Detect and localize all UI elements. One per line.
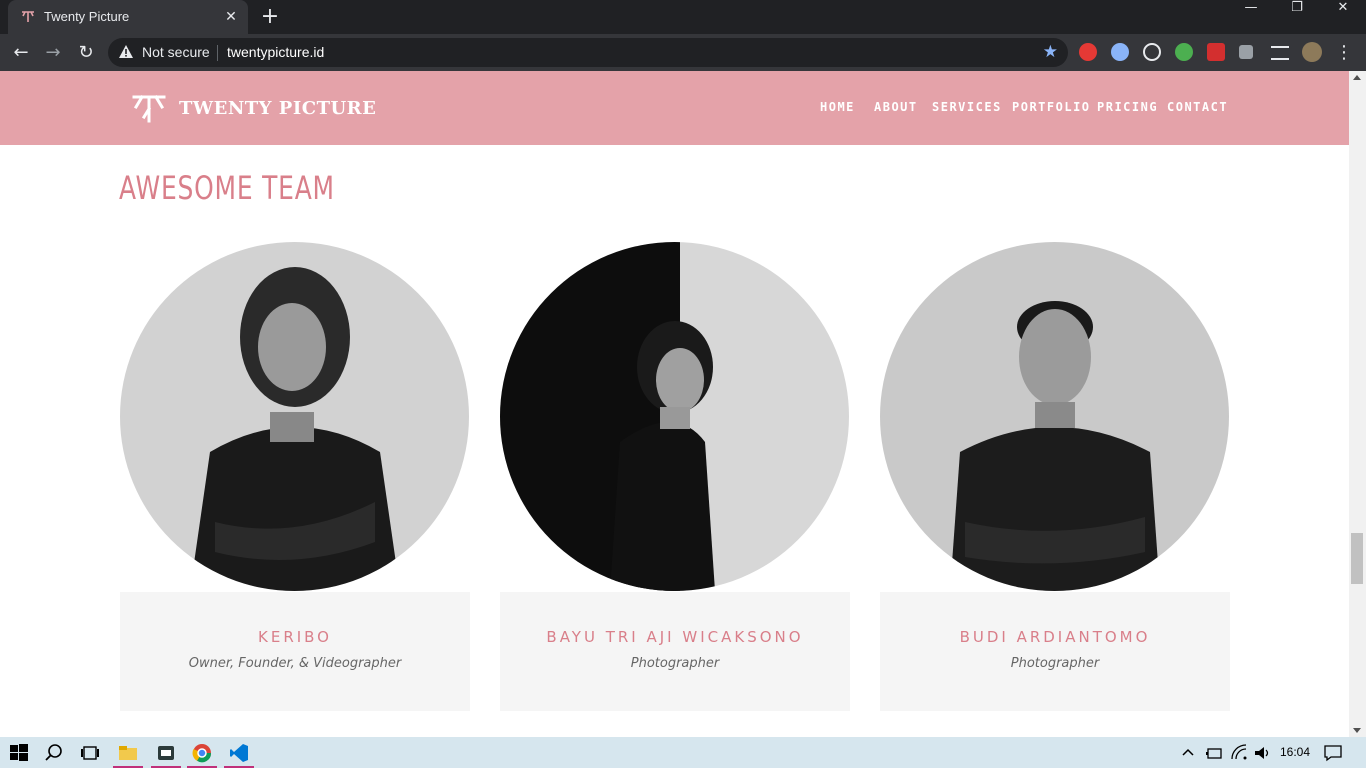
restore-button[interactable]: ❐ — [1274, 0, 1320, 30]
page-scrollbar[interactable] — [1349, 71, 1366, 737]
search-icon[interactable] — [44, 743, 64, 763]
reading-list-icon[interactable] — [1271, 46, 1289, 60]
file-explorer-icon[interactable] — [118, 743, 138, 763]
task-view-icon[interactable] — [80, 743, 100, 763]
page-viewport: TWENTY PICTURE HOME ABOUT SERVICES PORTF… — [0, 71, 1349, 737]
person-photo-icon — [950, 301, 1160, 591]
notification-icon[interactable] — [1323, 743, 1343, 763]
site-favicon-icon — [22, 11, 34, 22]
windows-taskbar: 16:04 — [0, 737, 1366, 768]
extension-adblock-icon[interactable] — [1079, 43, 1097, 61]
nav-pricing[interactable]: PRICING — [1097, 100, 1158, 114]
section-title: AWESOME TEAM — [119, 169, 335, 207]
tab-close-icon[interactable]: ✕ — [222, 8, 240, 26]
forward-icon[interactable]: → — [41, 41, 65, 65]
person-photo-icon — [500, 242, 715, 591]
team-photo — [120, 242, 469, 591]
nav-services[interactable]: SERVICES — [932, 100, 1002, 114]
minimize-button[interactable]: — — [1228, 0, 1274, 30]
tab-title: Twenty Picture — [44, 9, 130, 24]
member-role: Owner, Founder, & Videographer — [188, 656, 402, 671]
vscode-icon[interactable] — [229, 743, 249, 763]
clock-time[interactable]: 16:04 — [1280, 745, 1310, 759]
logo-icon[interactable] — [132, 93, 166, 123]
security-label[interactable]: Not secure — [142, 44, 210, 60]
close-window-button[interactable]: ✕ — [1320, 0, 1366, 30]
nav-about[interactable]: ABOUT — [874, 100, 918, 114]
member-name: BAYU TRI AJI WICAKSONO — [546, 628, 804, 646]
back-icon[interactable]: ← — [9, 41, 33, 65]
wifi-icon[interactable] — [1230, 743, 1250, 763]
address-bar[interactable]: Not secure twentypicture.id ★ — [108, 38, 1068, 67]
member-role: Photographer — [630, 656, 720, 671]
chevron-up-icon[interactable] — [1180, 743, 1196, 763]
member-name: BUDI ARDIANTOMO — [959, 628, 1151, 646]
scroll-down-icon[interactable] — [1353, 728, 1361, 733]
team-photo — [880, 242, 1229, 591]
nav-home[interactable]: HOME — [820, 100, 855, 114]
browser-menu-icon[interactable]: ⋮ — [1332, 41, 1356, 65]
battery-icon[interactable] — [1204, 743, 1224, 763]
browser-toolbar: ← → ↻ Not secure twentypicture.id ★ — [0, 34, 1366, 71]
team-photo — [500, 242, 849, 591]
url-text[interactable]: twentypicture.id — [227, 44, 324, 60]
extension-media-icon[interactable] — [1143, 43, 1161, 61]
extension-cube-icon[interactable] — [1175, 43, 1193, 61]
nav-portfolio[interactable]: PORTFOLIO — [1012, 100, 1091, 114]
chrome-icon[interactable] — [192, 743, 212, 763]
person-photo-icon — [190, 267, 400, 591]
reload-icon[interactable]: ↻ — [74, 41, 98, 65]
browser-tab[interactable]: Twenty Picture ✕ — [8, 0, 248, 34]
member-role: Photographer — [1010, 656, 1100, 671]
extension-video-icon[interactable] — [1207, 43, 1225, 61]
app-terminal-icon[interactable] — [156, 743, 176, 763]
profile-avatar[interactable] — [1302, 42, 1322, 62]
site-logo-text[interactable]: TWENTY PICTURE — [179, 98, 376, 119]
warning-icon[interactable] — [118, 44, 134, 60]
scroll-up-icon[interactable] — [1353, 75, 1361, 80]
windows-start-icon[interactable] — [9, 743, 29, 763]
team-card: BAYU TRI AJI WICAKSONO Photographer — [500, 592, 850, 711]
new-tab-button[interactable]: + — [258, 6, 282, 30]
omnibox-divider — [217, 45, 218, 61]
volume-icon[interactable] — [1253, 743, 1273, 763]
member-name: KERIBO — [258, 628, 332, 646]
team-card: BUDI ARDIANTOMO Photographer — [880, 592, 1230, 711]
site-header: TWENTY PICTURE HOME ABOUT SERVICES PORTF… — [0, 71, 1349, 145]
extensions-puzzle-icon[interactable] — [1239, 45, 1253, 59]
team-card: KERIBO Owner, Founder, & Videographer — [120, 592, 470, 711]
extension-circle-icon[interactable] — [1111, 43, 1129, 61]
nav-contact[interactable]: CONTACT — [1167, 100, 1228, 114]
browser-tab-strip: Twenty Picture ✕ + — ❐ ✕ — [0, 0, 1366, 34]
scroll-thumb[interactable] — [1351, 533, 1363, 584]
bookmark-star-icon[interactable]: ★ — [1043, 42, 1058, 62]
